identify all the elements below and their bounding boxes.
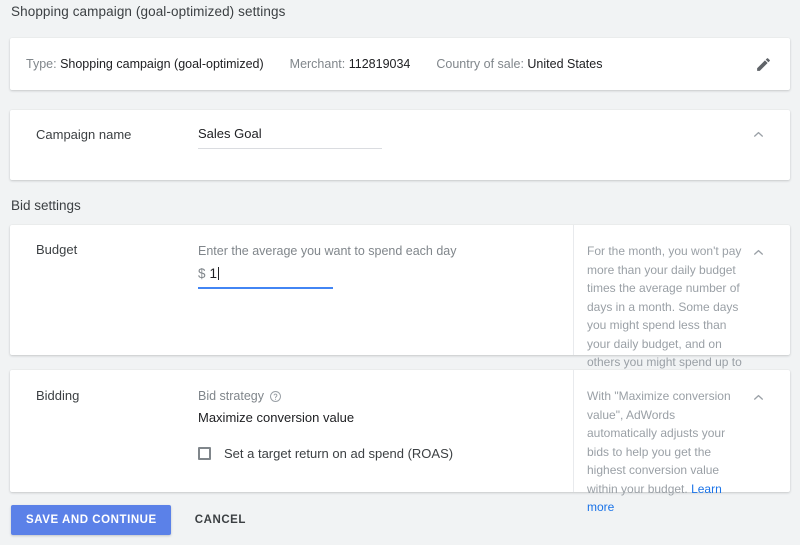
campaign-name-label: Campaign name bbox=[36, 127, 132, 142]
summary-type: Type: Shopping campaign (goal-optimized) bbox=[26, 57, 264, 71]
summary-country-value: United States bbox=[527, 57, 603, 71]
budget-caption: Enter the average you want to spend each… bbox=[198, 244, 457, 258]
bid-strategy-label: Bid strategy bbox=[198, 389, 265, 403]
bidding-help-panel: With "Maximize conversion value", AdWord… bbox=[573, 370, 790, 514]
bid-strategy-label-row: Bid strategy bbox=[198, 389, 568, 403]
text-caret bbox=[218, 267, 220, 280]
bidding-help-text: With "Maximize conversion value", AdWord… bbox=[587, 387, 747, 517]
chevron-up-icon bbox=[752, 391, 765, 404]
roas-checkbox[interactable] bbox=[198, 447, 211, 460]
campaign-name-value[interactable]: Sales Goal bbox=[198, 126, 382, 148]
summary-row: Type: Shopping campaign (goal-optimized)… bbox=[10, 38, 790, 90]
pencil-icon bbox=[755, 56, 772, 73]
currency-symbol: $ bbox=[198, 266, 206, 281]
summary-merchant: Merchant: 112819034 bbox=[290, 57, 411, 71]
bidding-card: Bidding Bid strategy Maximize conversion… bbox=[10, 370, 790, 514]
roas-checkbox-row[interactable]: Set a target return on ad spend (ROAS) bbox=[198, 446, 568, 461]
budget-amount-value[interactable]: 1 bbox=[210, 266, 218, 281]
budget-help-panel: For the month, you won't pay more than y… bbox=[573, 225, 790, 388]
bid-settings-heading: Bid settings bbox=[11, 198, 81, 213]
budget-card: Budget Enter the average you want to spe… bbox=[10, 225, 790, 388]
campaign-name-collapse-button[interactable] bbox=[748, 124, 768, 144]
cancel-button[interactable]: CANCEL bbox=[181, 505, 260, 535]
summary-country: Country of sale: United States bbox=[436, 57, 602, 71]
campaign-name-underline bbox=[198, 148, 382, 149]
save-and-continue-button[interactable]: SAVE AND CONTINUE bbox=[11, 505, 171, 535]
chevron-up-icon bbox=[752, 128, 765, 141]
budget-input-underline-focused bbox=[198, 287, 333, 289]
budget-collapse-button[interactable] bbox=[748, 242, 768, 262]
roas-checkbox-label: Set a target return on ad spend (ROAS) bbox=[224, 446, 454, 461]
edit-campaign-button[interactable] bbox=[750, 51, 776, 77]
campaign-summary-card: Type: Shopping campaign (goal-optimized)… bbox=[10, 38, 790, 90]
bidding-collapse-button[interactable] bbox=[748, 387, 768, 407]
summary-type-value: Shopping campaign (goal-optimized) bbox=[60, 57, 264, 71]
page-title: Shopping campaign (goal-optimized) setti… bbox=[11, 4, 286, 19]
budget-help-text: For the month, you won't pay more than y… bbox=[587, 242, 747, 390]
summary-merchant-value: 112819034 bbox=[348, 57, 411, 71]
bidding-help-paragraph: With "Maximize conversion value", AdWord… bbox=[587, 389, 731, 496]
budget-help-paragraph: For the month, you won't pay more than y… bbox=[587, 244, 742, 388]
summary-type-label: Type: bbox=[26, 57, 57, 71]
summary-country-label: Country of sale: bbox=[436, 57, 524, 71]
budget-amount-line[interactable]: $1 bbox=[198, 266, 333, 287]
campaign-name-card: Campaign name Sales Goal bbox=[10, 110, 790, 180]
budget-field-area: Enter the average you want to spend each… bbox=[198, 244, 568, 289]
help-circle-icon[interactable] bbox=[269, 390, 282, 403]
bidding-field-area: Bid strategy Maximize conversion value S… bbox=[198, 389, 568, 461]
budget-amount-input[interactable]: $1 bbox=[198, 266, 333, 289]
campaign-name-input[interactable]: Sales Goal bbox=[198, 126, 382, 149]
footer-actions: SAVE AND CONTINUE CANCEL bbox=[0, 505, 800, 545]
budget-label: Budget bbox=[36, 242, 78, 257]
bidding-label: Bidding bbox=[36, 388, 80, 403]
chevron-up-icon bbox=[752, 246, 765, 259]
summary-merchant-label: Merchant: bbox=[289, 57, 346, 71]
bid-strategy-value: Maximize conversion value bbox=[198, 410, 355, 425]
